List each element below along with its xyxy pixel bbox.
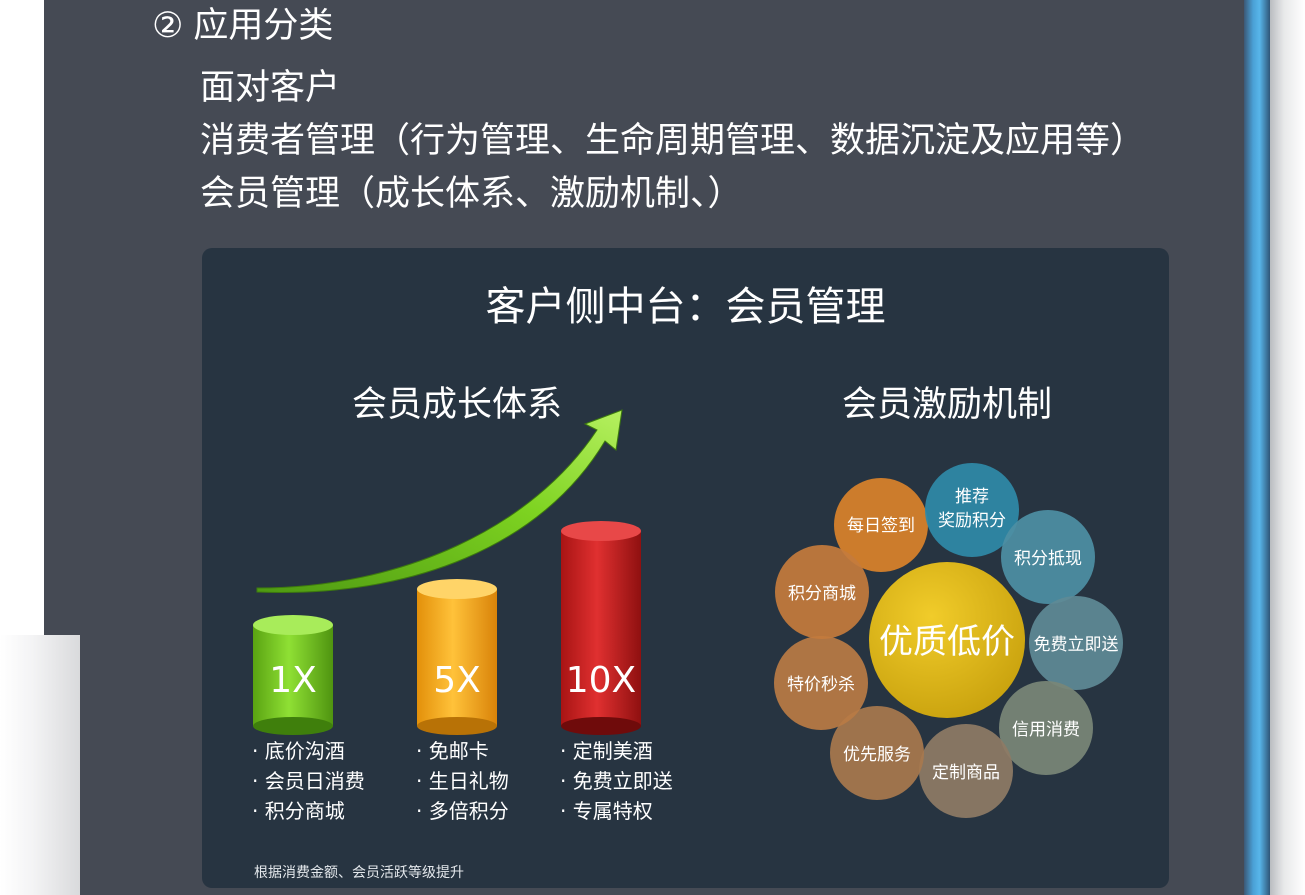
benefit-item: 定制美酒	[560, 736, 673, 766]
tier-2-benefits: 免邮卡 生日礼物 多倍积分	[416, 736, 509, 826]
benefit-item: 积分商城	[252, 796, 365, 826]
bubble-free-delivery: 免费立即送	[1029, 596, 1123, 690]
benefit-item: 专属特权	[560, 796, 673, 826]
heading-line-1: 面对客户	[200, 68, 341, 108]
benefit-item: 免邮卡	[416, 736, 509, 766]
tier-1-benefits: 底价沟酒 会员日消费 积分商城	[252, 736, 365, 826]
tier-cylinder-3: 10X	[561, 521, 641, 735]
center-bubble-label: 优质低价	[879, 622, 1015, 662]
bubble-points-cash: 积分抵现	[1001, 510, 1095, 604]
tier-3-benefits: 定制美酒 免费立即送 专属特权	[560, 736, 673, 826]
left-fade-overlay	[0, 635, 80, 895]
bubble-label-custom-goods: 定制商品	[932, 763, 1000, 783]
slide-edge-accent	[1244, 0, 1270, 895]
tier-cylinder-2: 5X	[417, 579, 497, 735]
bubble-label-points-cash: 积分抵现	[1014, 549, 1082, 569]
center-bubble: 优质低价	[869, 562, 1025, 718]
section-heading: ② 应用分类	[152, 6, 333, 46]
bubble-label-credit-consumption: 信用消费	[1012, 720, 1080, 740]
incentive-bubbles: 每日签到 推荐奖励积分 积分抵现 免费立即送 信用消费 定制商品 优先服务 特价…	[774, 463, 1123, 818]
bubble-credit-consumption: 信用消费	[999, 681, 1093, 775]
heading-line-3: 会员管理（成长体系、激励机制、）	[200, 174, 743, 214]
tier-label-3: 10X	[566, 660, 636, 701]
bubble-custom-goods: 定制商品	[919, 724, 1013, 818]
section-title: 应用分类	[193, 6, 334, 46]
bubble-label-free-delivery: 免费立即送	[1034, 635, 1119, 655]
section-number: ②	[152, 6, 184, 46]
tier-cylinder-1: 1X	[253, 615, 333, 735]
slide-edge-shadow	[1270, 0, 1305, 895]
bubble-points-mall: 积分商城	[775, 545, 869, 639]
growth-footnote: 根据消费金额、会员活跃等级提升	[254, 865, 464, 881]
bubble-label-daily-checkin: 每日签到	[847, 516, 915, 536]
bubble-label-points-mall: 积分商城	[788, 584, 856, 604]
benefit-item: 会员日消费	[252, 766, 365, 796]
benefit-item: 免费立即送	[560, 766, 673, 796]
bubble-label-flash-sale: 特价秒杀	[787, 675, 855, 695]
member-management-panel: 客户侧中台：会员管理 会员成长体系 会员激励机制 1X 5X 10X 每日签到 …	[202, 248, 1169, 888]
bubble-flash-sale: 特价秒杀	[774, 636, 868, 730]
heading-line-2: 消费者管理（行为管理、生命周期管理、数据沉淀及应用等）	[200, 121, 1146, 161]
tier-label-1: 1X	[269, 660, 317, 701]
tier-label-2: 5X	[433, 660, 481, 701]
benefit-item: 生日礼物	[416, 766, 509, 796]
bubble-label-priority-service: 优先服务	[843, 745, 911, 765]
benefit-item: 底价沟酒	[252, 736, 365, 766]
benefit-item: 多倍积分	[416, 796, 509, 826]
